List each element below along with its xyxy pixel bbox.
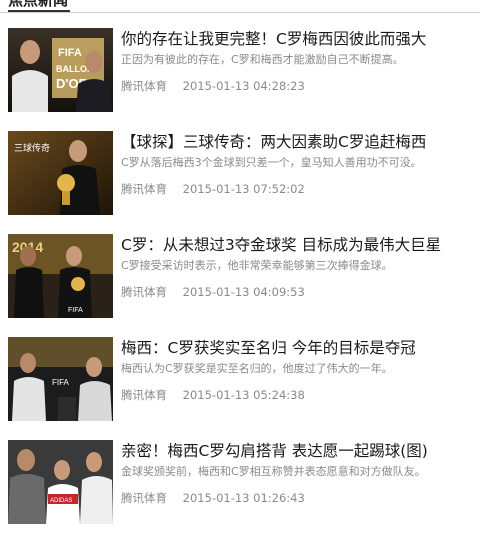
news-summary: 正因为有彼此的存在，C罗和梅西才能激励自己不断提高。 bbox=[121, 53, 404, 66]
news-timestamp: 2015-01-13 04:28:23 bbox=[182, 79, 305, 93]
svg-text:ADIDAS: ADIDAS bbox=[50, 498, 72, 504]
news-item: ADIDAS 亲密！梅西C罗勾肩搭背 表达愿一起踢球(图) 金球奖颁奖前，梅西和… bbox=[0, 440, 480, 526]
news-source: 腾讯体育 bbox=[121, 491, 167, 505]
news-meta: 腾讯体育 2015-01-13 05:24:38 bbox=[121, 387, 305, 403]
svg-text:三球传奇: 三球传奇 bbox=[14, 142, 50, 154]
news-summary: 梅西认为C罗获奖是实至名归的，他度过了伟大的一年。 bbox=[121, 362, 393, 375]
news-page: 焦点新闻 FIFA BALLON D'OR 2013 bbox=[0, 0, 480, 542]
news-source: 腾讯体育 bbox=[121, 79, 167, 93]
news-summary: C罗从落后梅西3个金球到只差一个，皇马知人善用功不可没。 bbox=[121, 156, 422, 169]
news-item: 2014 FIFA C罗：从未想过3夺金球奖 目标成为最伟大巨星 C罗接受采访时… bbox=[0, 234, 480, 320]
news-timestamp: 2015-01-13 04:09:53 bbox=[182, 285, 305, 299]
news-summary: C罗接受采访时表示，他非常荣幸能够第三次捧得金球。 bbox=[121, 259, 393, 272]
news-thumbnail[interactable]: 三球传奇 bbox=[8, 131, 113, 215]
news-source: 腾讯体育 bbox=[121, 388, 167, 402]
svg-text:FIFA: FIFA bbox=[52, 378, 70, 387]
news-timestamp: 2015-01-13 05:24:38 bbox=[182, 388, 305, 402]
news-headline-link[interactable]: 【球探】三球传奇：两大因素助C罗追赶梅西 bbox=[121, 131, 477, 153]
news-source: 腾讯体育 bbox=[121, 285, 167, 299]
news-thumbnail[interactable]: FIFA bbox=[8, 337, 113, 421]
news-thumbnail[interactable]: ADIDAS bbox=[8, 440, 113, 524]
news-timestamp: 2015-01-13 01:26:43 bbox=[182, 491, 305, 505]
section-title: 焦点新闻 bbox=[8, 0, 71, 12]
news-meta: 腾讯体育 2015-01-13 07:52:02 bbox=[121, 181, 305, 197]
news-timestamp: 2015-01-13 07:52:02 bbox=[182, 182, 305, 196]
news-source: 腾讯体育 bbox=[121, 182, 167, 196]
news-headline-link[interactable]: 亲密！梅西C罗勾肩搭背 表达愿一起踢球(图) bbox=[121, 440, 477, 462]
svg-text:FIFA: FIFA bbox=[58, 47, 82, 59]
news-thumbnail[interactable]: 2014 FIFA bbox=[8, 234, 113, 318]
news-meta: 腾讯体育 2015-01-13 04:28:23 bbox=[121, 78, 305, 94]
news-meta: 腾讯体育 2015-01-13 04:09:53 bbox=[121, 284, 305, 300]
news-summary: 金球奖颁奖前，梅西和C罗相互称赞并表态愿意和对方做队友。 bbox=[121, 465, 426, 478]
news-headline-link[interactable]: C罗：从未想过3夺金球奖 目标成为最伟大巨星 bbox=[121, 234, 477, 256]
news-meta: 腾讯体育 2015-01-13 01:26:43 bbox=[121, 490, 305, 506]
news-headline-link[interactable]: 梅西：C罗获奖实至名归 今年的目标是夺冠 bbox=[121, 337, 477, 359]
news-item: FIFA BALLON D'OR 2013 你的存在让我更完整！C罗梅西因彼此而… bbox=[0, 28, 480, 114]
news-item: 三球传奇 【球探】三球传奇：两大因素助C罗追赶梅西 C罗从落后梅西3个金球到只差… bbox=[0, 131, 480, 217]
news-thumbnail[interactable]: FIFA BALLON D'OR 2013 bbox=[8, 28, 113, 112]
section-header: 焦点新闻 bbox=[0, 0, 480, 13]
news-headline-link[interactable]: 你的存在让我更完整！C罗梅西因彼此而强大 bbox=[121, 28, 477, 50]
news-item: FIFA 梅西：C罗获奖实至名归 今年的目标是夺冠 梅西认为C罗获奖是实至名归的… bbox=[0, 337, 480, 423]
svg-text:FIFA: FIFA bbox=[68, 307, 83, 314]
